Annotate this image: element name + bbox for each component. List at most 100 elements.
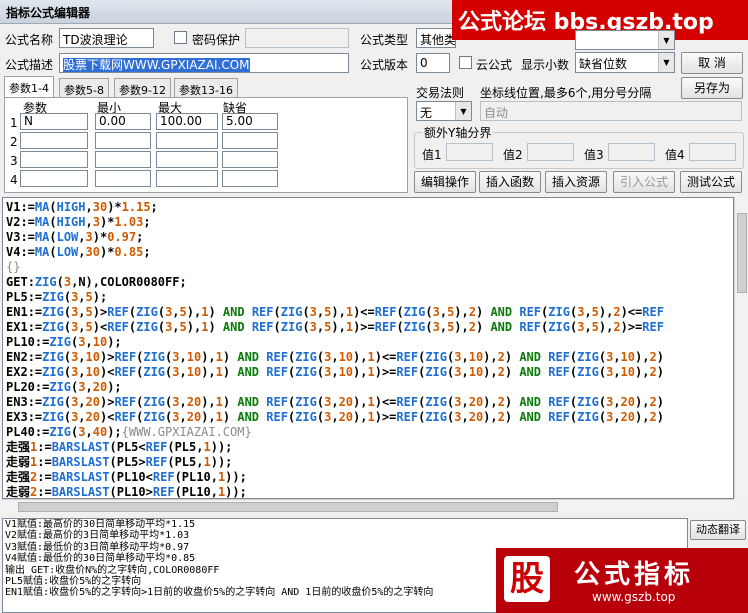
cancel-button[interactable]: 取 消 [681, 52, 743, 74]
param-max-input[interactable] [156, 132, 218, 149]
cloud-formula-label: 云公式 [476, 58, 513, 72]
param-max-input[interactable] [156, 151, 218, 168]
code-line: 走强1:=BARSLAST(PL5<REF(PL5,1)); [6, 440, 233, 454]
scroll-thumb[interactable] [18, 502, 558, 512]
chevron-down-icon: ▼ [658, 31, 674, 49]
param-name-input[interactable]: N [20, 113, 88, 130]
param-default-input[interactable] [222, 151, 278, 168]
formula-name-input[interactable]: TD波浪理论 [59, 28, 154, 48]
insert-resource-button[interactable]: 插入资源 [545, 171, 607, 193]
import-formula-button[interactable]: 引入公式 [613, 171, 675, 193]
extra-y-axis-label: 额外Y轴分界 [422, 124, 494, 141]
param-min-input[interactable] [95, 151, 151, 168]
ad-title: 公式指标 [574, 560, 695, 590]
code-line: V2:=MA(HIGH,3)*1.03; [6, 215, 151, 229]
code-content: V1:=MA(HIGH,30)*1.15; V2:=MA(HIGH,3)*1.03… [6, 200, 664, 499]
code-editor[interactable]: V1:=MA(HIGH,30)*1.15; V2:=MA(HIGH,3)*1.03… [2, 197, 734, 499]
extra-select[interactable]: ▼ [575, 30, 675, 50]
param-name-input[interactable] [20, 132, 88, 149]
test-formula-button[interactable]: 测试公式 [680, 171, 742, 193]
trade-rule-label: 交易法则 [416, 86, 465, 100]
chevron-down-icon: ▼ [455, 102, 471, 120]
explain-line: V2赋值:最高价的3日简单移动平均*1.03 [5, 530, 190, 542]
ad-watermark: 股 公式指标 www.gszb.top [496, 548, 748, 613]
tab-params-1-4[interactable]: 参数1-4 [4, 76, 54, 98]
code-line: {} [6, 260, 21, 274]
code-line: EX1:=ZIG(3,5)<REF(ZIG(3,5),1) AND REF(ZI… [6, 320, 664, 334]
formula-desc-label: 公式描述 [5, 58, 54, 72]
value4-label: 值4 [665, 148, 685, 162]
param-min-input[interactable] [95, 170, 151, 187]
password-label: 密码保护 [192, 33, 241, 47]
param-default-input[interactable] [222, 170, 278, 187]
params-panel: 参数 最小 最大 缺省 1 N 0.00 100.00 5.00 2 3 4 [4, 97, 408, 193]
formula-name-label: 公式名称 [5, 33, 54, 47]
formula-type-label: 公式类型 [360, 33, 409, 47]
code-line: EN3:=ZIG(3,20)>REF(ZIG(3,20),1) AND REF(… [6, 395, 664, 409]
dynamic-translate-button[interactable]: 动态翻译 [690, 520, 746, 540]
decimals-value: 缺省位数 [579, 57, 628, 71]
param-min-input[interactable]: 0.00 [95, 113, 151, 130]
param-max-input[interactable]: 100.00 [156, 113, 218, 130]
formula-version-input[interactable]: 0 [416, 53, 450, 73]
editor-vertical-scrollbar[interactable] [734, 197, 748, 499]
tab-params-9-12[interactable]: 参数9-12 [114, 78, 171, 98]
value2-input [527, 143, 574, 161]
editor-horizontal-scrollbar[interactable] [2, 499, 734, 513]
param-row-index: 2 [10, 135, 18, 149]
param-min-input[interactable] [95, 132, 151, 149]
tab-params-5-8[interactable]: 参数5-8 [59, 78, 109, 98]
edit-ops-button[interactable]: 编辑操作 [414, 171, 476, 193]
value1-label: 值1 [422, 148, 442, 162]
value3-input [608, 143, 655, 161]
code-line: GET:ZIG(3,N),COLOR0080FF; [6, 275, 187, 289]
value2-label: 值2 [503, 148, 523, 162]
coord-lines-input[interactable]: 自动 [480, 101, 742, 121]
password-checkbox[interactable] [174, 31, 187, 44]
explain-line: V1赋值:最高价的30日简单移动平均*1.15 [5, 519, 196, 530]
code-line: EX2:=ZIG(3,10)<REF(ZIG(3,10),1) AND REF(… [6, 365, 664, 379]
chevron-down-icon: ▼ [658, 53, 674, 72]
value4-input [689, 143, 736, 161]
formula-desc-input[interactable]: 股票下载网WWW.GPXIAZAI.COM [59, 53, 349, 73]
code-line: PL40:=ZIG(3,40);{WWW.GPXIAZAI.COM} [6, 425, 252, 439]
formula-type-select[interactable]: 其他类 [416, 28, 456, 48]
code-line: 走弱1:=BARSLAST(PL5>REF(PL5,1)); [6, 455, 233, 469]
code-line: V4:=MA(LOW,30)*0.85; [6, 245, 151, 259]
code-line: 走强2:=BARSLAST(PL10<REF(PL10,1)); [6, 470, 247, 484]
decimals-select[interactable]: 缺省位数 ▼ [575, 52, 675, 73]
code-line: EN1:=ZIG(3,5)>REF(ZIG(3,5),1) AND REF(ZI… [6, 305, 664, 319]
code-line: 走弱2:=BARSLAST(PL10>REF(PL10,1)); [6, 485, 247, 499]
ad-logo: 股 [504, 556, 550, 602]
formula-desc-text: 股票下载网WWW.GPXIAZAI.COM [63, 58, 250, 72]
insert-function-button[interactable]: 插入函数 [479, 171, 541, 193]
code-line: V3:=MA(LOW,3)*0.97; [6, 230, 144, 244]
window-title: 指标公式编辑器 [6, 6, 91, 20]
decimals-label: 显示小数 [521, 58, 570, 72]
param-row-index: 4 [10, 173, 18, 187]
ad-url: www.gszb.top [592, 590, 676, 604]
code-line: PL10:=ZIG(3,10); [6, 335, 122, 349]
trade-rule-select[interactable]: 无 ▼ [416, 101, 472, 121]
param-name-input[interactable] [20, 151, 88, 168]
code-line: PL20:=ZIG(3,20); [6, 380, 122, 394]
param-default-input[interactable] [222, 132, 278, 149]
param-row-index: 3 [10, 154, 18, 168]
code-line: EN2:=ZIG(3,10)>REF(ZIG(3,10),1) AND REF(… [6, 350, 664, 364]
param-default-input[interactable]: 5.00 [222, 113, 278, 130]
password-input [245, 28, 349, 48]
value3-label: 值3 [584, 148, 604, 162]
code-line: EX3:=ZIG(3,20)<REF(ZIG(3,20),1) AND REF(… [6, 410, 664, 424]
code-line: V1:=MA(HIGH,30)*1.15; [6, 200, 158, 214]
param-row-index: 1 [10, 116, 18, 130]
coord-lines-label: 坐标线位置,最多6个,用分号分隔 [480, 86, 652, 100]
scroll-thumb[interactable] [737, 213, 747, 293]
save-as-button[interactable]: 另存为 [681, 77, 743, 99]
tab-params-13-16[interactable]: 参数13-16 [174, 78, 238, 98]
param-max-input[interactable] [156, 170, 218, 187]
trade-rule-value: 无 [420, 106, 433, 120]
cloud-formula-checkbox[interactable] [459, 56, 472, 69]
formula-version-label: 公式版本 [360, 58, 409, 72]
code-line: PL5:=ZIG(3,5); [6, 290, 108, 304]
param-name-input[interactable] [20, 170, 88, 187]
